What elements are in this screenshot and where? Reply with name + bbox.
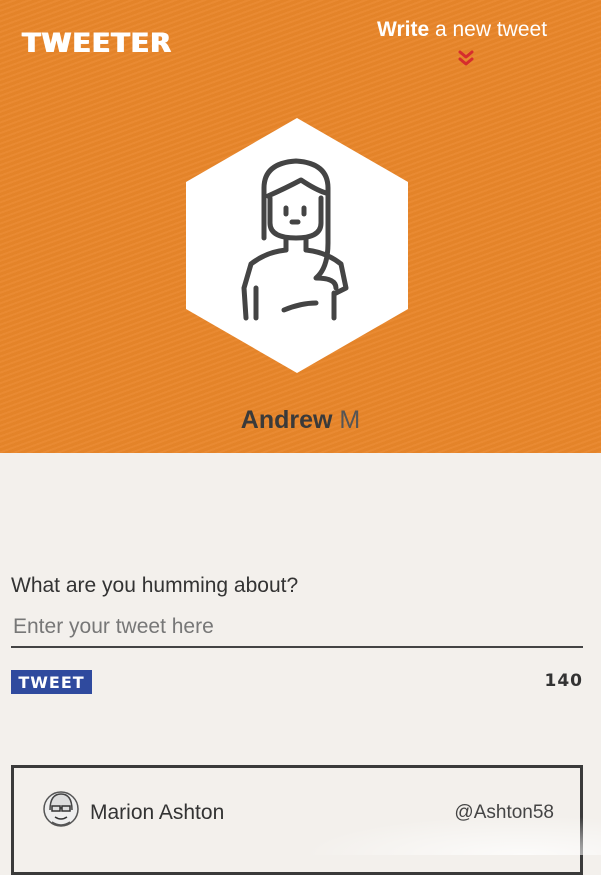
app-logo[interactable]: TWEETER [22, 28, 172, 59]
tweet-card: Marion Ashton @Ashton58 [11, 765, 583, 875]
tweet-input[interactable] [11, 608, 583, 648]
write-link-rest: a new tweet [429, 18, 548, 41]
profile-avatar [186, 118, 408, 373]
write-new-tweet-link[interactable]: Write a new tweet [377, 18, 547, 42]
tweet-button[interactable]: TWEET [11, 670, 92, 694]
profile-first-name: Andrew [240, 406, 333, 434]
double-chevron-down-icon[interactable] [458, 50, 474, 68]
char-counter: 140 [544, 671, 583, 691]
tweet-author-name[interactable]: Marion Ashton [90, 801, 224, 825]
tweet-author-handle[interactable]: @Ashton58 [454, 802, 554, 824]
profile-last-name: M [339, 406, 361, 434]
profile-name: Andrew M [0, 406, 601, 435]
profile-header: TWEETER Write a new tweet Andrew M [0, 0, 601, 453]
compose-prompt: What are you humming about? [11, 574, 299, 597]
write-link-bold: Write [377, 18, 430, 41]
user-avatar-icon [43, 791, 79, 827]
